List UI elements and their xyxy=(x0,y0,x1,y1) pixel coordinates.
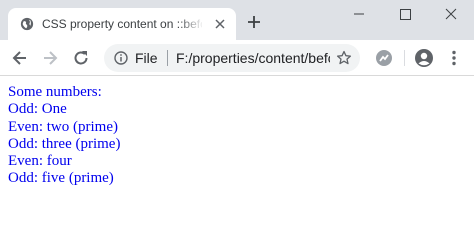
url-text[interactable]: F:/properties/content/before-after.html xyxy=(176,50,330,67)
browser-tab[interactable]: CSS property content on ::before and ::a… xyxy=(8,8,236,40)
globe-icon xyxy=(20,17,34,31)
tab-title-fade xyxy=(178,12,204,36)
forward-arrow-icon[interactable] xyxy=(40,48,60,68)
profile-icon[interactable] xyxy=(414,48,434,68)
close-window-icon[interactable] xyxy=(428,4,474,24)
list-item: Even: two (prime) xyxy=(8,118,118,135)
toolbar-separator xyxy=(404,50,405,66)
info-icon[interactable] xyxy=(114,51,128,65)
close-tab-icon[interactable] xyxy=(212,16,228,32)
extension-icon[interactable] xyxy=(374,48,394,68)
page-content: Some numbers: Odd: One Even: two (prime)… xyxy=(8,84,120,188)
list-item: Odd: One xyxy=(8,101,67,118)
scheme-label: File xyxy=(135,50,158,66)
page-viewport: Some numbers: Odd: One Even: two (prime)… xyxy=(0,77,474,243)
kebab-menu-icon[interactable] xyxy=(444,48,464,68)
new-tab-icon[interactable] xyxy=(246,14,262,30)
reload-icon[interactable] xyxy=(71,48,91,68)
address-separator xyxy=(167,50,168,66)
title-bar: CSS property content on ::before and ::a… xyxy=(0,0,474,40)
star-icon[interactable] xyxy=(336,50,352,66)
heading-text: Some numbers: xyxy=(8,84,102,100)
list-item: Even: four xyxy=(8,153,72,170)
maximize-icon[interactable] xyxy=(382,4,428,24)
back-arrow-icon[interactable] xyxy=(10,48,30,68)
list-item: Odd: three (prime) xyxy=(8,135,121,152)
address-bar[interactable]: File F:/properties/content/before-after.… xyxy=(104,44,360,72)
list-item: Odd: five (prime) xyxy=(8,170,114,187)
browser-toolbar: File F:/properties/content/before-after.… xyxy=(0,40,474,76)
minimize-icon[interactable] xyxy=(336,4,382,24)
